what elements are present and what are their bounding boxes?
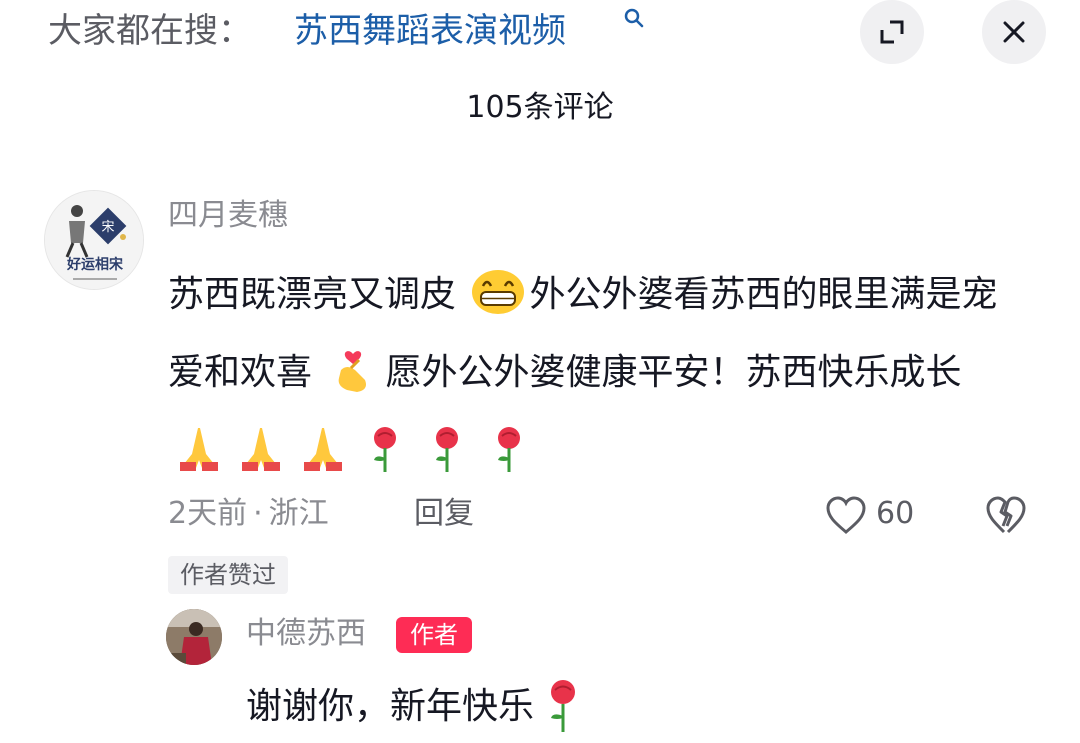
heart-hands-icon (339, 351, 367, 392)
comment-username[interactable]: 四月麦穗 (168, 196, 288, 236)
reply-text-content: 谢谢你，新年快乐 (246, 686, 535, 727)
rose-icon (498, 427, 520, 472)
expand-icon (880, 20, 904, 44)
rose-icon (551, 680, 576, 732)
comment-meta: 2天前 · 浙江 (168, 494, 329, 534)
liked-by-author-tag: 作者赞过 (168, 556, 288, 594)
reply-username[interactable]: 中德苏西 (246, 614, 366, 654)
comment-text-part: 愿外公外婆健康平安！苏西快乐成长 (385, 352, 962, 393)
svg-text:宋: 宋 (101, 220, 114, 235)
folded-hands-icon (304, 428, 342, 471)
grinning-face-icon (472, 270, 525, 314)
comment-location: 浙江 (268, 496, 329, 531)
folded-hands-icon (242, 428, 280, 471)
rose-icon (436, 427, 458, 472)
suggested-search-link[interactable]: 苏西舞蹈表演视频 (294, 8, 566, 54)
comment-text: 苏西既漂亮又调皮 外公外婆看苏西的眼里满是宠爱和欢喜 愿外公外婆健康平安！苏西快… (168, 256, 1028, 490)
avatar-image: 宋 好运相宋 (45, 191, 143, 289)
reply-text: 谢谢你，新年快乐 (246, 676, 1046, 735)
svg-text:好运相宋: 好运相宋 (66, 256, 124, 273)
separator-dot: · (253, 496, 263, 531)
comment-time: 2天前 (168, 496, 248, 531)
top-bar: 大家都在搜： 苏西舞蹈表演视频 (0, 0, 1080, 70)
author-badge: 作者 (396, 617, 472, 653)
rose-icon (374, 427, 396, 472)
expand-button[interactable] (860, 0, 924, 64)
close-icon (1003, 21, 1025, 43)
comment-text-part: 苏西既漂亮又调皮 (168, 274, 457, 315)
close-button[interactable] (982, 0, 1046, 64)
like-count: 60 (876, 496, 915, 531)
reply-button[interactable]: 回复 (414, 494, 474, 534)
search-icon[interactable] (622, 6, 646, 30)
avatar[interactable]: 宋 好运相宋 (44, 190, 144, 290)
search-prefix: 大家都在搜： (48, 11, 252, 51)
reply-avatar-image (166, 609, 222, 665)
folded-hands-icon (180, 428, 218, 471)
heart-icon[interactable] (824, 494, 868, 538)
reply-avatar[interactable] (166, 609, 222, 665)
broken-heart-icon[interactable] (984, 494, 1028, 538)
comment-count-title: 105条评论 (466, 90, 614, 125)
